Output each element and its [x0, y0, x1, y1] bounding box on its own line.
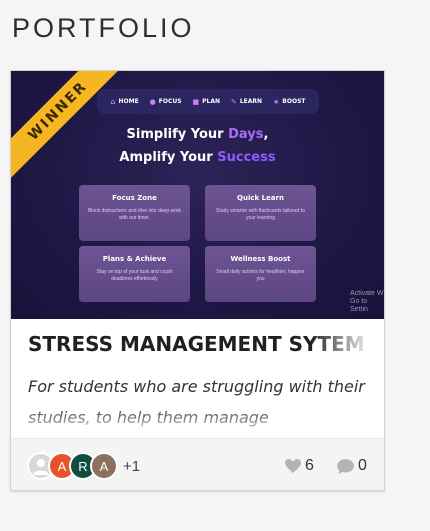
- thumbnail-nav-label: BOOST: [282, 98, 306, 105]
- card-footer: A R A +1 6 0: [11, 438, 384, 490]
- feature-quick-learn: Quick Learn Study smarter with flashcard…: [205, 185, 316, 241]
- headline-text: Amplify Your: [119, 150, 218, 165]
- watermark-line-2: Go to Settin: [350, 298, 368, 313]
- comment-count: 0: [358, 457, 367, 474]
- thumbnail-nav-label: LEARN: [239, 98, 263, 105]
- feature-plans-achieve: Plans & Achieve Stay on top of your task…: [79, 246, 190, 302]
- home-icon: ⌂: [110, 97, 116, 106]
- feature-desc: Small daily actions for healthier, happi…: [216, 269, 305, 282]
- project-title[interactable]: STRESS MANAGEMENT SYTEM: [28, 332, 373, 356]
- heart-icon: [285, 459, 301, 473]
- feature-title: Focus Zone: [112, 194, 157, 202]
- headline-accent-success: Success: [217, 150, 276, 165]
- thumbnail-nav-learn: ✎ LEARN: [231, 98, 262, 106]
- project-thumbnail[interactable]: WINNER ⌂ HOME ● FOCUS ■ PLAN ✎ LEARN ★ B…: [11, 71, 384, 319]
- watermark-line-1: Activate W: [350, 290, 384, 297]
- boost-icon: ★: [273, 97, 280, 106]
- thumbnail-nav: ⌂ HOME ● FOCUS ■ PLAN ✎ LEARN ★ BOOST: [97, 89, 319, 114]
- plan-icon: ■: [192, 97, 200, 106]
- feature-wellness-boost: Wellness Boost Small daily actions for h…: [205, 246, 316, 302]
- thumbnail-headline-2: Amplify Your Success: [11, 150, 384, 165]
- thumbnail-headline-1: Simplify Your Days,: [11, 127, 384, 142]
- feature-title: Quick Learn: [237, 194, 284, 202]
- thumbnail-nav-plan: ■ PLAN: [193, 98, 221, 106]
- thumbnail-nav-focus: ● FOCUS: [150, 98, 182, 106]
- headline-text: Simplify Your: [126, 127, 229, 142]
- thumbnail-nav-home: ⌂ HOME: [110, 98, 138, 106]
- thumbnail-nav-label: FOCUS: [158, 98, 182, 105]
- thumbnail-nav-boost: ★ BOOST: [273, 98, 305, 106]
- avatar[interactable]: A: [90, 452, 118, 480]
- feature-desc: Stay on top of your task and crush deadl…: [96, 269, 173, 282]
- feature-title: Wellness Boost: [230, 255, 291, 263]
- comment-button[interactable]: 0: [337, 457, 367, 475]
- feature-desc: Study smarter with flashcards tailored t…: [216, 208, 305, 221]
- headline-accent-days: Days: [228, 127, 264, 142]
- team-avatars: A R A +1: [27, 452, 140, 480]
- learn-icon: ✎: [230, 97, 237, 106]
- project-card[interactable]: WINNER ⌂ HOME ● FOCUS ■ PLAN ✎ LEARN ★ B…: [10, 70, 385, 491]
- feature-desc: Block distractions and dive into deep wo…: [87, 208, 182, 221]
- feature-title: Plans & Achieve: [102, 255, 167, 263]
- project-description: For students who are struggling with the…: [28, 377, 365, 427]
- like-button[interactable]: 6: [285, 457, 314, 475]
- more-members-count: +1: [123, 457, 141, 475]
- comment-icon: [337, 458, 354, 474]
- activate-watermark: Activate W Go to Settin: [350, 290, 384, 314]
- feature-focus-zone: Focus Zone Block distractions and dive i…: [79, 185, 190, 241]
- focus-icon: ●: [149, 97, 156, 106]
- section-title: PORTFOLIO: [12, 13, 195, 43]
- like-count: 6: [305, 457, 314, 474]
- thumbnail-nav-label: PLAN: [202, 98, 221, 105]
- headline-comma: ,: [263, 127, 269, 142]
- thumbnail-nav-label: HOME: [118, 98, 139, 105]
